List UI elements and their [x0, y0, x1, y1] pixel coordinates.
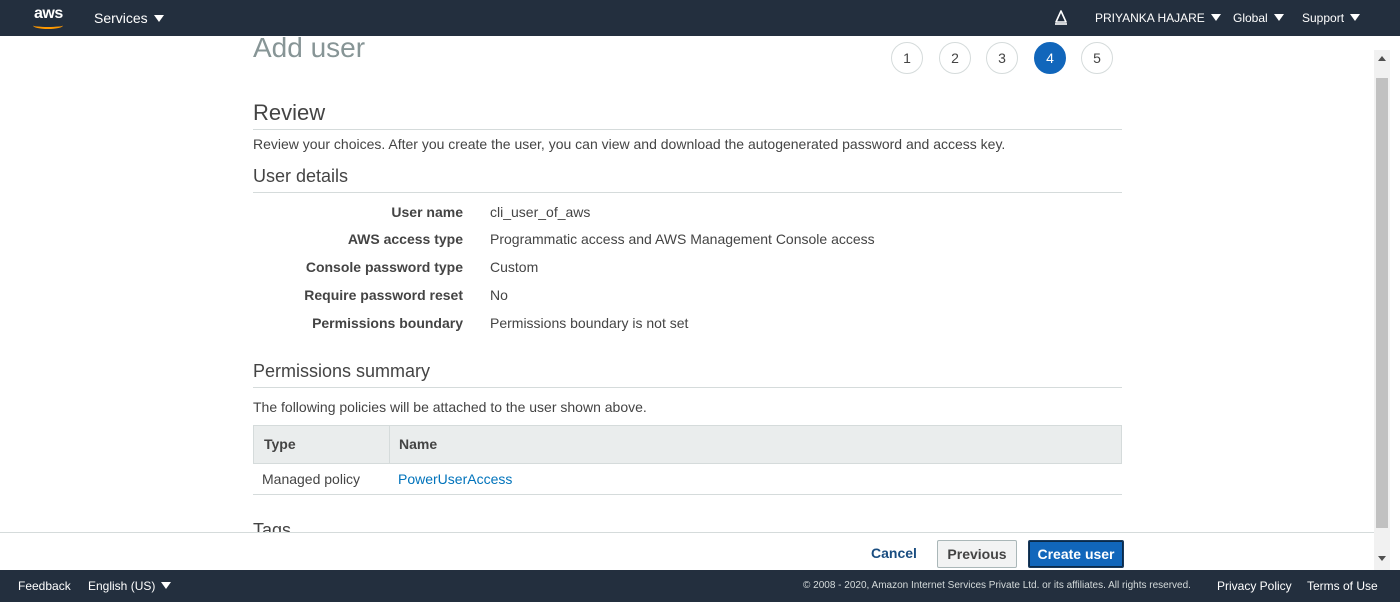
services-label: Services: [94, 10, 148, 26]
console-password-type-label: Console password type: [305, 259, 463, 275]
password-reset-value: No: [490, 287, 508, 303]
copyright-text: © 2008 - 2020, Amazon Internet Services …: [803, 580, 1191, 591]
column-header-type: Type: [254, 426, 390, 463]
cancel-button[interactable]: Cancel: [871, 545, 917, 561]
step-3[interactable]: 3: [986, 42, 1018, 74]
policy-name-link[interactable]: PowerUserAccess: [398, 464, 512, 494]
review-heading: Review: [253, 100, 326, 125]
scroll-up-icon[interactable]: [1378, 56, 1386, 61]
support-label: Support: [1302, 11, 1345, 25]
footer: Feedback English (US) © 2008 - 2020, Ama…: [0, 570, 1400, 602]
step-2[interactable]: 2: [939, 42, 971, 74]
divider: [253, 387, 1122, 388]
language-label: English (US): [88, 579, 156, 593]
page-title: Add user: [253, 36, 366, 63]
chevron-down-icon: [1210, 14, 1221, 22]
chevron-down-icon: [161, 582, 172, 590]
previous-button[interactable]: Previous: [937, 540, 1017, 568]
aws-logo-text: aws: [34, 5, 63, 22]
console-password-type-value: Custom: [490, 259, 539, 275]
region-menu[interactable]: Global: [1233, 0, 1284, 36]
permissions-boundary-value: Permissions boundary is not set: [490, 315, 689, 331]
scroll-down-icon[interactable]: [1378, 556, 1386, 561]
account-menu[interactable]: PRIYANKA HAJARE: [1095, 0, 1221, 36]
chevron-down-icon: [1350, 14, 1361, 22]
user-name-value: cli_user_of_aws: [490, 204, 591, 220]
step-5[interactable]: 5: [1081, 42, 1113, 74]
create-user-button[interactable]: Create user: [1028, 540, 1124, 568]
main-content: Add user 1 2 3 4 5 Review Review your ch…: [0, 36, 1374, 532]
permissions-boundary-label: Permissions boundary: [312, 315, 463, 331]
feedback-link[interactable]: Feedback: [18, 570, 71, 602]
aws-smile-icon: [33, 22, 63, 29]
aws-logo[interactable]: aws: [30, 5, 70, 29]
policy-type-cell: Managed policy: [262, 471, 361, 487]
table-header: Type Name: [253, 425, 1122, 464]
language-selector[interactable]: English (US): [88, 570, 172, 602]
top-navigation: aws Services PRIYANKA HAJARE Global Supp…: [0, 0, 1400, 36]
support-menu[interactable]: Support: [1302, 0, 1361, 36]
privacy-policy-link[interactable]: Privacy Policy: [1217, 570, 1292, 602]
permissions-summary-heading: Permissions summary: [253, 361, 431, 381]
account-name: PRIYANKA HAJARE: [1095, 11, 1205, 25]
chevron-down-icon: [1273, 14, 1284, 22]
access-type-value: Programmatic access and AWS Management C…: [490, 231, 875, 247]
services-menu[interactable]: Services: [94, 0, 164, 36]
vertical-scrollbar[interactable]: [1374, 50, 1390, 570]
user-details-heading: User details: [253, 166, 349, 186]
scrollbar-thumb[interactable]: [1376, 78, 1388, 528]
review-description: Review your choices. After you create th…: [253, 136, 1006, 152]
user-name-label: User name: [391, 204, 463, 220]
step-4[interactable]: 4: [1034, 42, 1066, 74]
table-row: Managed policy PowerUserAccess: [253, 464, 1122, 495]
permissions-description: The following policies will be attached …: [253, 399, 647, 415]
wizard-action-bar: Cancel Previous Create user: [0, 532, 1374, 570]
divider: [253, 192, 1122, 193]
region-label: Global: [1233, 11, 1268, 25]
password-reset-label: Require password reset: [304, 287, 463, 303]
chevron-down-icon: [153, 14, 164, 22]
bell-icon[interactable]: [1053, 10, 1069, 26]
terms-of-use-link[interactable]: Terms of Use: [1307, 570, 1378, 602]
step-1[interactable]: 1: [891, 42, 923, 74]
column-header-name: Name: [399, 436, 438, 452]
access-type-label: AWS access type: [347, 231, 463, 247]
permissions-table: Type Name Managed policy PowerUserAccess: [253, 425, 1122, 495]
tags-heading: Tags: [253, 520, 292, 532]
divider: [253, 129, 1122, 130]
